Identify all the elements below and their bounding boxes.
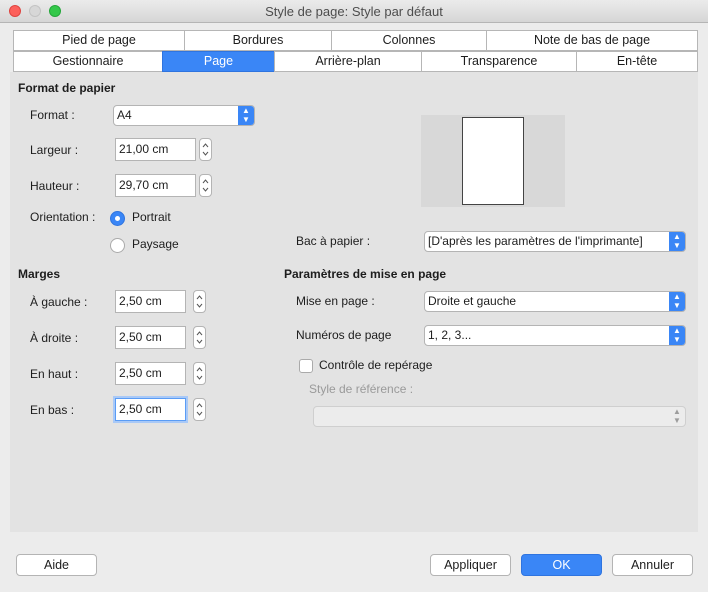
margin-right-field[interactable]: 2,50 cm [115,326,186,349]
paper-tray-value: [D'après les paramètres de l'imprimante] [428,234,643,248]
register-true-label[interactable]: Contrôle de repérage [319,358,432,372]
cancel-button[interactable]: Annuler [612,554,693,576]
tab-arriere-plan[interactable]: Arrière-plan [274,51,422,72]
tab-transparence[interactable]: Transparence [421,51,577,72]
page-preview-sheet [462,117,524,205]
portrait-label[interactable]: Portrait [132,210,171,224]
margin-bottom-field[interactable]: 2,50 cm [115,398,186,421]
width-field[interactable]: 21,00 cm [115,138,196,161]
tab-colonnes[interactable]: Colonnes [331,30,487,51]
section-title-layout-settings: Paramètres de mise en page [284,267,447,281]
landscape-label[interactable]: Paysage [132,237,179,251]
chevron-updown-icon: ▲ ▼ [669,232,685,251]
format-label: Format : [30,108,75,122]
margin-left-stepper[interactable] [193,290,206,313]
help-button[interactable]: Aide [16,554,97,576]
stepper-arrows-icon [196,403,203,416]
height-label: Hauteur : [30,179,80,193]
orientation-label: Orientation : [30,210,96,224]
margin-top-field[interactable]: 2,50 cm [115,362,186,385]
tab-en-tete[interactable]: En-tête [576,51,698,72]
margin-right-label: À droite : [30,331,79,345]
stepper-arrows-icon [202,179,209,192]
tab-note-de-bas-de-page[interactable]: Note de bas de page [486,30,698,51]
register-true-checkbox[interactable] [299,359,313,373]
page-numbers-select[interactable]: 1, 2, 3... ▲ ▼ [424,325,686,346]
width-stepper[interactable] [199,138,212,161]
margin-bottom-label: En bas : [30,403,75,417]
stepper-arrows-icon [202,143,209,156]
paper-tray-label: Bac à papier : [296,234,371,248]
landscape-radio[interactable] [110,238,125,253]
chevron-updown-icon: ▲ ▼ [673,407,681,425]
width-label: Largeur : [30,143,79,157]
section-title-paper-format: Format de papier [18,81,116,95]
tab-bordures[interactable]: Bordures [184,30,332,51]
chevron-updown-icon: ▲ ▼ [669,326,685,345]
margin-left-field[interactable]: 2,50 cm [115,290,186,313]
format-select-value: A4 [117,108,132,122]
page-layout-label: Mise en page : [296,294,375,308]
tab-gestionnaire[interactable]: Gestionnaire [13,51,163,72]
stepper-arrows-icon [196,367,203,380]
portrait-radio[interactable] [110,211,125,226]
tab-pied-de-page[interactable]: Pied de page [13,30,185,51]
page-layout-select[interactable]: Droite et gauche ▲ ▼ [424,291,686,312]
tab-page[interactable]: Page [162,51,275,72]
page-numbers-value: 1, 2, 3... [428,328,472,342]
margin-bottom-stepper[interactable] [193,398,206,421]
reference-style-label: Style de référence : [309,382,414,396]
margin-left-label: À gauche : [30,295,88,309]
chevron-updown-icon: ▲ ▼ [669,292,685,311]
format-select[interactable]: A4 ▲ ▼ [113,105,255,126]
margin-top-label: En haut : [30,367,79,381]
height-field[interactable]: 29,70 cm [115,174,196,197]
stepper-arrows-icon [196,295,203,308]
margin-top-stepper[interactable] [193,362,206,385]
height-stepper[interactable] [199,174,212,197]
page-layout-value: Droite et gauche [428,294,517,308]
section-title-margins: Marges [18,267,61,281]
chevron-updown-icon: ▲ ▼ [238,106,254,125]
margin-right-stepper[interactable] [193,326,206,349]
paper-tray-select[interactable]: [D'après les paramètres de l'imprimante]… [424,231,686,252]
ok-button[interactable]: OK [521,554,602,576]
page-numbers-label: Numéros de page [296,328,392,342]
apply-button[interactable]: Appliquer [430,554,511,576]
reference-style-select[interactable]: ▲ ▼ [313,406,686,427]
stepper-arrows-icon [196,331,203,344]
window-title: Style de page: Style par défaut [265,4,443,19]
